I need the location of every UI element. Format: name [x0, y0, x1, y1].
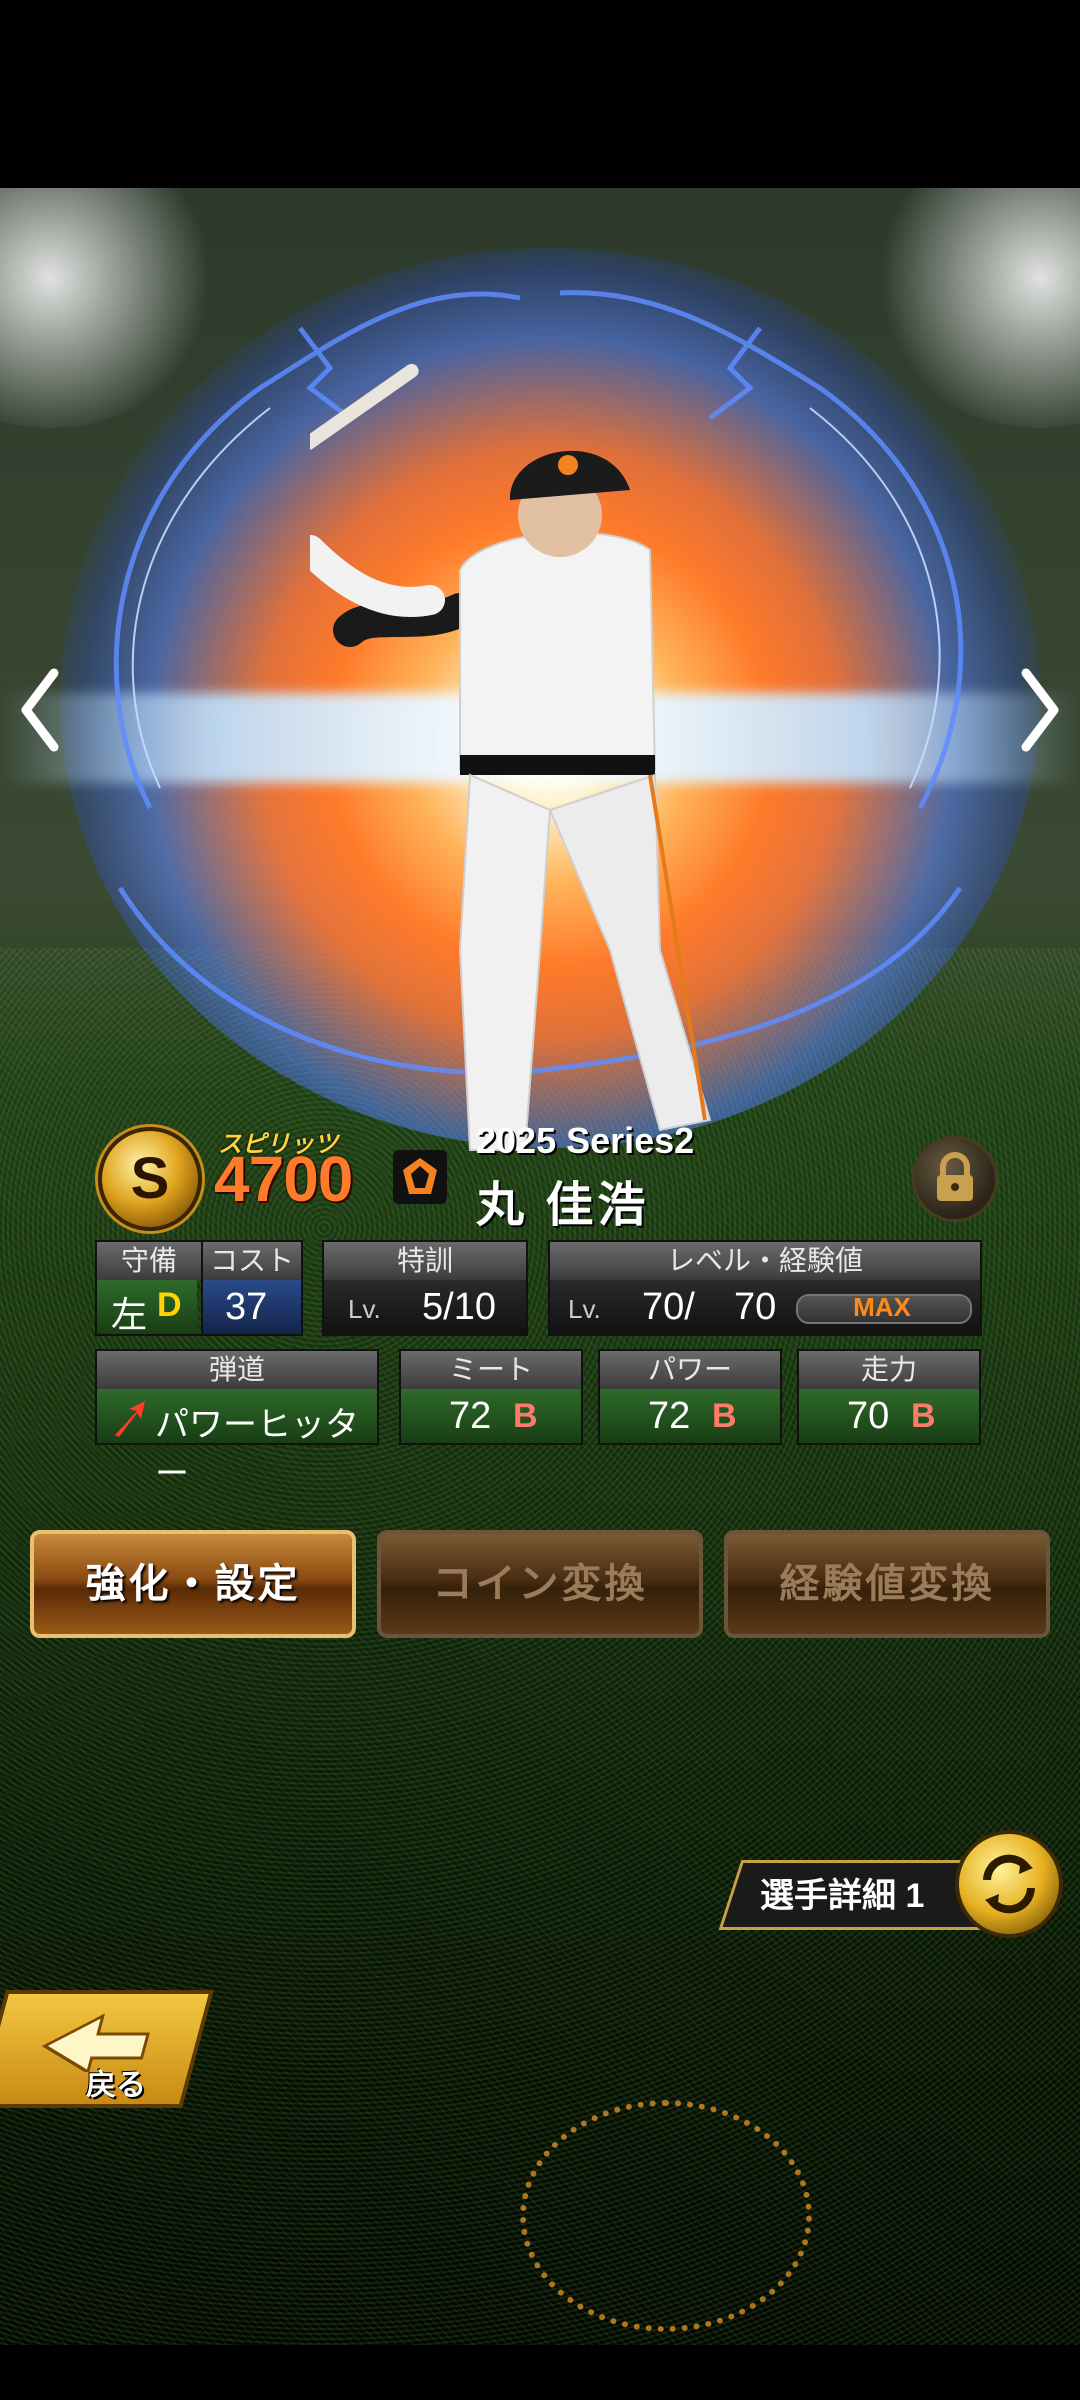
- exp-convert-button[interactable]: 経験値変換: [724, 1530, 1050, 1638]
- defense-header: 守備: [97, 1242, 201, 1280]
- training-header: 特訓: [324, 1242, 526, 1280]
- coin-convert-button[interactable]: コイン変換: [377, 1530, 703, 1638]
- trajectory-box: 弾道 パワーヒッター: [95, 1349, 379, 1493]
- trajectory-value: パワーヒッター: [155, 1406, 359, 1493]
- player-name: 丸 佳浩: [476, 1179, 650, 1232]
- meet-value: 72: [449, 1395, 492, 1437]
- player-detail-label: 選手詳細 1: [760, 1877, 925, 1915]
- training-box: 特訓 Lv. 5/10: [322, 1240, 528, 1336]
- cost-header: コスト: [201, 1242, 301, 1280]
- player-image: [310, 363, 712, 1151]
- cost-value: 37: [225, 1286, 268, 1328]
- speed-value: 70: [847, 1395, 890, 1437]
- training-lv-prefix: Lv.: [348, 1294, 381, 1324]
- status-bar-area: [0, 0, 1080, 188]
- trajectory-header: 弾道: [97, 1351, 377, 1389]
- level-lv-prefix: Lv.: [568, 1294, 601, 1324]
- level-max: 70: [734, 1286, 777, 1328]
- meet-header: ミート: [401, 1351, 581, 1389]
- power-grade: B: [712, 1397, 737, 1435]
- power-box: パワー 72 B: [598, 1349, 782, 1445]
- speed-grade: B: [911, 1397, 936, 1435]
- defense-grade: D: [157, 1286, 182, 1324]
- training-value: 5/10: [422, 1286, 496, 1328]
- card-series: 2025 Series2: [476, 1120, 695, 1161]
- trajectory-arrow-icon: [115, 1401, 145, 1437]
- level-current: 70/: [642, 1286, 695, 1328]
- lock-button[interactable]: [912, 1136, 998, 1222]
- speed-header: 走力: [799, 1351, 979, 1389]
- next-card-button[interactable]: [1014, 665, 1066, 755]
- decorative-dots-ring: [520, 2100, 812, 2332]
- level-header: レベル・経験値: [550, 1242, 980, 1280]
- swap-button[interactable]: [955, 1830, 1063, 1938]
- power-value: 72: [648, 1395, 691, 1437]
- back-label: 戻る: [86, 2069, 146, 2102]
- bottom-bar-area: [0, 2345, 1080, 2400]
- level-box: レベル・経験値 Lv. 70/ 70 MAX: [548, 1240, 982, 1336]
- spirits-value: 4700: [214, 1143, 353, 1215]
- defense-cost-box: 守備 コスト 左 D 37: [95, 1240, 303, 1336]
- team-logo-icon: [393, 1150, 447, 1204]
- grade-s-icon: S: [98, 1127, 202, 1231]
- prev-card-button[interactable]: [14, 665, 66, 755]
- exp-max-label: MAX: [853, 1292, 911, 1322]
- speed-box: 走力 70 B: [797, 1349, 981, 1445]
- swap-arrows-icon: [983, 1854, 1035, 1914]
- enhance-settings-button[interactable]: 強化・設定: [30, 1530, 356, 1638]
- power-header: パワー: [600, 1351, 780, 1389]
- defense-hand: 左: [111, 1294, 148, 1335]
- meet-grade: B: [513, 1397, 538, 1435]
- lock-icon: [937, 1152, 973, 1201]
- meet-box: ミート 72 B: [399, 1349, 583, 1445]
